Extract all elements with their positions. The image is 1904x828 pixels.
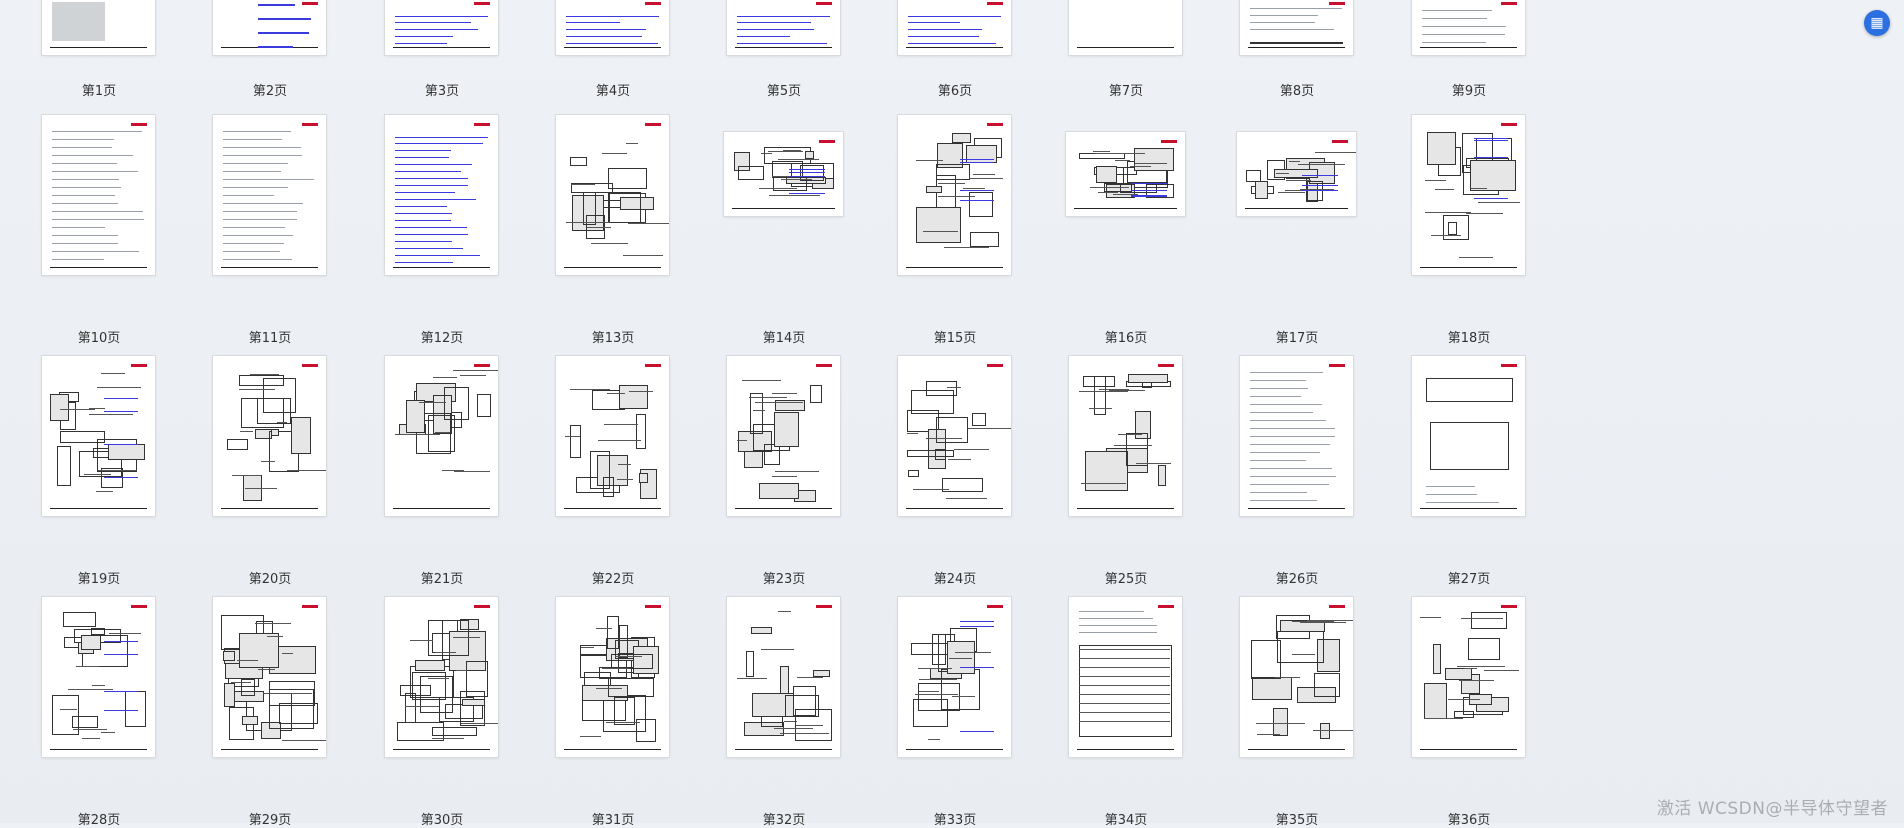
page-thumbnail-item[interactable]: 第35页 [1240,0,1354,828]
page-thumbnail-item[interactable]: 第32页 [727,0,841,828]
page-thumbnail-grid: 第1页 第2页 第3页 第4页 第5页 第6页 第7页 第8页 第9页 第10页 第11页 第12页第… [0,0,1904,828]
page-number-label: 第30页 [420,813,464,828]
page-thumbnail-item[interactable]: 第30页 [385,0,499,828]
page-thumbnail[interactable] [1069,597,1182,757]
watermark: 激活 WCSDN@半导体守望者 [1656,799,1888,819]
page-thumbnail[interactable] [42,597,155,757]
page-thumbnail[interactable] [213,597,326,757]
page-number-label: 第34页 [1104,813,1148,828]
page-thumbnail-item[interactable]: 第28页 [42,0,156,828]
page-thumbnail-item[interactable]: 第31页 [556,0,670,828]
page-thumbnail[interactable] [898,597,1011,757]
page-number-label: 第32页 [762,813,806,828]
page-thumbnail[interactable] [727,597,840,757]
page-thumbnail-item[interactable]: 第34页 [1069,0,1183,828]
page-thumbnail[interactable] [556,597,669,757]
page-number-label: 第36页 [1447,813,1491,828]
page-number-label: 第28页 [77,813,121,828]
page-number-label: 第35页 [1275,813,1319,828]
page-number-label: 第31页 [591,813,635,828]
page-thumbnail[interactable] [385,597,498,757]
page-thumbnail-item[interactable]: 第33页 [898,0,1012,828]
page-thumbnail[interactable] [1240,597,1353,757]
page-number-label: 第29页 [248,813,292,828]
page-thumbnail-item[interactable]: 第36页 [1412,0,1526,828]
floating-action-button[interactable]: ▦ [1864,10,1890,36]
page-thumbnail-item[interactable]: 第29页 [213,0,327,828]
page-thumbnail[interactable] [1412,597,1525,757]
page-number-label: 第33页 [933,813,977,828]
document-icon: ▦ [1870,15,1884,31]
